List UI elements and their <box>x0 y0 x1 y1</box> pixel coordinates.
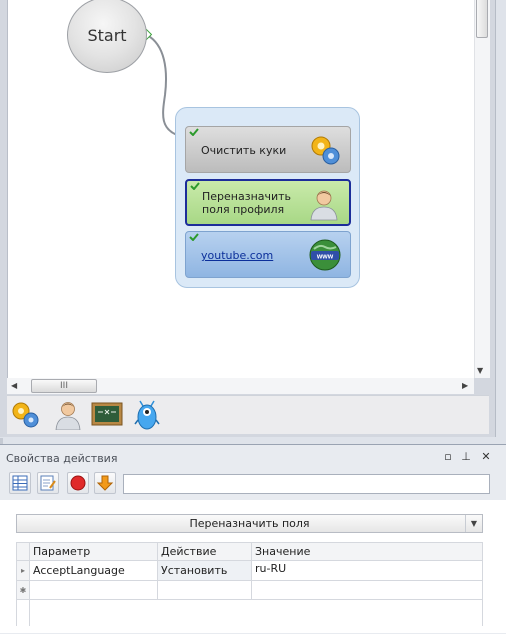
action-label: Очистить куки <box>201 144 287 157</box>
action-clear-cookies[interactable]: Очистить куки <box>185 126 351 173</box>
dropdown-value: Переназначить поля <box>189 517 310 530</box>
table-new-row[interactable]: ✱ <box>16 580 483 600</box>
action-label-line2: поля профиля <box>202 203 285 216</box>
vertical-scrollbar[interactable] <box>474 0 490 378</box>
column-header-value[interactable]: Значение <box>251 542 483 561</box>
float-window-icon[interactable]: ▫ <box>442 451 454 463</box>
action-type-dropdown[interactable]: Переназначить поля ▼ <box>16 514 483 533</box>
cell-value[interactable]: ru-RU <box>251 560 483 581</box>
arrow-down-icon <box>96 475 114 491</box>
user-icon[interactable] <box>52 400 84 430</box>
table-row[interactable]: ▸ AcceptLanguage Установить ru-RU <box>16 560 483 581</box>
globe-www-icon: www <box>309 239 341 271</box>
action-group[interactable]: Очистить куки Переназначить поля профиля… <box>175 107 360 288</box>
cell-action-new[interactable] <box>157 580 252 600</box>
start-node[interactable]: Start <box>67 0 147 73</box>
user-icon <box>310 190 338 221</box>
edit-button[interactable] <box>37 472 59 494</box>
action-label-line1: Переназначить <box>202 190 292 203</box>
cell-param-new[interactable] <box>29 580 158 600</box>
url-link[interactable]: youtube.com <box>201 249 273 262</box>
stop-icon <box>70 475 86 491</box>
pin-icon[interactable]: ⊥ <box>460 451 472 463</box>
cell-value-new[interactable] <box>251 580 483 600</box>
vertical-scroll-thumb[interactable] <box>476 0 488 38</box>
chevron-down-icon[interactable]: ▼ <box>465 515 482 532</box>
edit-document-icon <box>40 475 56 491</box>
scroll-down-icon[interactable]: ▼ <box>477 366 483 376</box>
table-icon <box>12 475 28 491</box>
check-icon <box>189 233 199 241</box>
parameters-table: Параметр Действие Значение ▸ AcceptLangu… <box>16 542 483 626</box>
scroll-left-icon[interactable]: ◀ <box>11 381 17 391</box>
action-reassign-profile[interactable]: Переназначить поля профиля <box>185 179 351 226</box>
check-icon <box>190 182 200 190</box>
column-header-param[interactable]: Параметр <box>29 542 158 561</box>
svg-text:www: www <box>316 254 334 261</box>
column-header-action[interactable]: Действие <box>157 542 252 561</box>
start-label: Start <box>87 25 127 45</box>
robot-icon[interactable] <box>131 400 163 430</box>
scroll-grip: III <box>60 381 68 391</box>
cell-action[interactable]: Установить <box>157 560 252 581</box>
row-indicator-icon: ▸ <box>16 560 30 581</box>
chalkboard-icon[interactable] <box>91 400 123 430</box>
check-icon <box>189 128 199 136</box>
scroll-right-icon[interactable]: ▶ <box>462 381 468 391</box>
gears-icon <box>311 136 340 165</box>
gears-icon[interactable] <box>10 400 42 430</box>
stop-button[interactable] <box>67 472 89 494</box>
new-row-icon: ✱ <box>16 580 30 600</box>
close-icon[interactable]: ✕ <box>480 451 492 463</box>
cell-param[interactable]: AcceptLanguage <box>29 560 158 581</box>
action-open-url[interactable]: youtube.com www <box>185 231 351 278</box>
horizontal-scroll-thumb[interactable]: III <box>31 379 97 393</box>
grid-view-button[interactable] <box>9 472 31 494</box>
panel-title: Свойства действия <box>6 452 118 465</box>
row-header-corner <box>16 542 30 561</box>
action-name-input[interactable] <box>123 474 490 494</box>
table-empty-area <box>16 599 483 626</box>
table-header-row: Параметр Действие Значение <box>16 542 483 561</box>
download-button[interactable] <box>94 472 116 494</box>
